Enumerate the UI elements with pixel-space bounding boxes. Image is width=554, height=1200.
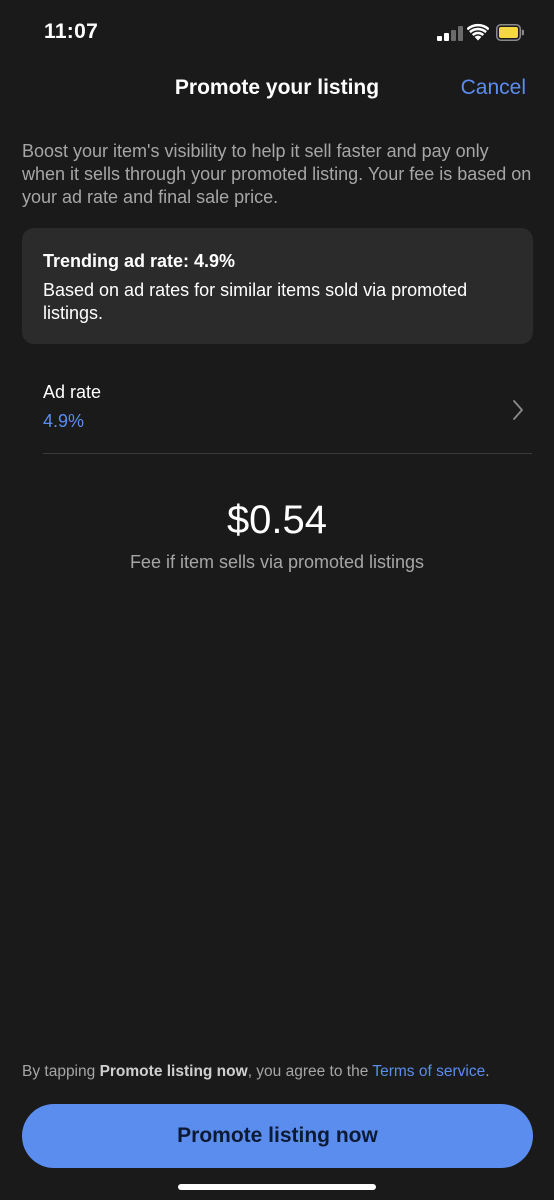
fee-label: Fee if item sells via promoted listings — [129, 552, 425, 572]
agreement-action: Promote listing now — [99, 1063, 248, 1080]
trending-ad-rate-card: Trending ad rate: 4.9% Based on ad rates… — [22, 228, 533, 344]
wifi-icon — [467, 23, 489, 41]
agreement-prefix: By tapping — [22, 1063, 100, 1080]
promote-listing-button[interactable]: Promote listing now — [22, 1104, 533, 1168]
trending-ad-rate-description: Based on ad rates for similar items sold… — [43, 280, 468, 323]
terms-agreement: By tapping Promote listing now, you agre… — [22, 1063, 542, 1081]
chevron-right-icon — [513, 400, 523, 420]
cellular-signal-icon — [437, 26, 463, 41]
fee-amount: $0.54 — [226, 498, 328, 542]
status-bar: 11:07 — [0, 0, 554, 66]
home-indicator — [178, 1184, 376, 1190]
agreement-suffix: . — [485, 1063, 490, 1080]
trending-ad-rate-title: Trending ad rate: 4.9% — [43, 251, 236, 271]
ad-rate-value: 4.9% — [43, 411, 85, 431]
terms-of-service-link[interactable]: Terms of service — [372, 1063, 485, 1080]
promotion-description: Boost your item's visibility to help it … — [22, 141, 532, 207]
ad-rate-label: Ad rate — [43, 382, 102, 402]
battery-icon — [496, 24, 524, 41]
status-time: 11:07 — [44, 20, 99, 43]
cancel-button[interactable]: Cancel — [461, 76, 526, 100]
agreement-middle: , you agree to the — [247, 1063, 373, 1080]
ad-rate-row[interactable]: Ad rate 4.9% — [43, 370, 532, 454]
